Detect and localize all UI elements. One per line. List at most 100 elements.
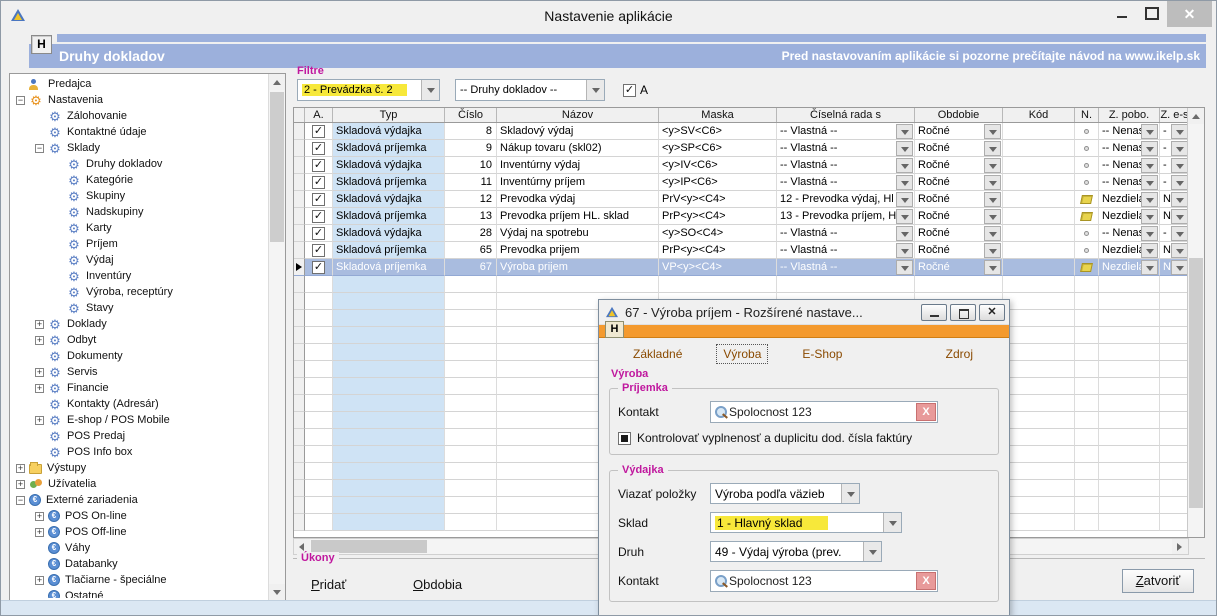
sidebar-item[interactable]: Výdaj (12, 252, 267, 268)
chevron-down-icon[interactable] (883, 513, 901, 532)
clear-icon[interactable]: X (916, 403, 936, 421)
column-header-obdobie[interactable]: Obdobie (915, 108, 1003, 122)
chevron-down-icon[interactable] (984, 209, 1001, 224)
cell-nazov[interactable]: Prevodka výdaj (497, 191, 659, 208)
cell-nazov[interactable]: Nákup tovaru (skl02) (497, 140, 659, 157)
cell-maska[interactable]: PrP<y><C4> (659, 208, 777, 225)
cell-cislo[interactable] (445, 361, 497, 378)
table-row[interactable]: ✓Skladová príjemka13Prevodka príjem HL. … (294, 208, 1188, 225)
cell-kod[interactable] (1003, 378, 1075, 395)
cell-kod[interactable] (1003, 514, 1075, 531)
chevron-down-icon[interactable] (1141, 158, 1158, 173)
cell-zpobo[interactable]: Nezdielať (1099, 259, 1160, 276)
row-active-checkbox[interactable]: ✓ (312, 210, 325, 223)
cell-maska[interactable]: PrP<y><C4> (659, 242, 777, 259)
periods-button[interactable]: Obdobia (413, 577, 462, 592)
tree-expander-icon[interactable]: + (35, 416, 44, 425)
cell-cislo[interactable] (445, 429, 497, 446)
tree-expander-icon[interactable]: + (35, 320, 44, 329)
clear-icon[interactable]: X (916, 572, 936, 590)
tree-expander-icon[interactable]: + (35, 384, 44, 393)
cell-typ[interactable] (333, 395, 445, 412)
column-header-zpobo[interactable]: Z. pobo. (1099, 108, 1160, 122)
cell-typ[interactable] (333, 293, 445, 310)
cell-zpobo[interactable]: -- Nenasta (1099, 157, 1160, 174)
column-header-rada[interactable]: Číselná rada s (777, 108, 915, 122)
cell-typ[interactable] (333, 480, 445, 497)
sidebar-item[interactable]: + Odbyt (12, 332, 267, 348)
cell-cislo[interactable]: 28 (445, 225, 497, 242)
table-row[interactable]: ✓Skladová príjemka11Inventúrny príjem<y>… (294, 174, 1188, 191)
cell-cislo[interactable] (445, 310, 497, 327)
active-filter-checkbox[interactable]: ✓ (623, 84, 636, 97)
cell-zes[interactable] (1160, 480, 1188, 497)
cell-cislo[interactable]: 11 (445, 174, 497, 191)
cell-zes[interactable] (1160, 429, 1188, 446)
tree-expander-icon[interactable]: + (35, 336, 44, 345)
cell-cislo[interactable]: 12 (445, 191, 497, 208)
row-selector[interactable] (294, 174, 305, 191)
row-active-checkbox[interactable]: ✓ (312, 193, 325, 206)
cell-kod[interactable] (1003, 344, 1075, 361)
cell-typ[interactable]: Skladová výdajka (333, 157, 445, 174)
row-selector[interactable] (294, 429, 305, 446)
help-button[interactable]: H (31, 35, 52, 54)
cell-nazov[interactable]: Prevodka prijem (497, 242, 659, 259)
row-selector[interactable] (294, 463, 305, 480)
cell-obdobie[interactable]: Ročné (915, 174, 1003, 191)
tree-expander-icon[interactable]: + (35, 368, 44, 377)
cell-kod[interactable] (1003, 174, 1075, 191)
cell-rada[interactable]: 12 - Prevodka výdaj, Hl (777, 191, 915, 208)
cell-cislo[interactable] (445, 276, 497, 293)
cell-typ[interactable]: Skladová výdajka (333, 225, 445, 242)
cell-typ[interactable] (333, 344, 445, 361)
tree-expander-icon[interactable]: + (35, 512, 44, 521)
cell-kod[interactable] (1003, 310, 1075, 327)
sidebar-item[interactable]: Predajca (12, 76, 267, 92)
sidebar-item[interactable]: Nadskupiny (12, 204, 267, 220)
table-row[interactable]: ✓Skladová výdajka10Inventúrny výdaj<y>IV… (294, 157, 1188, 174)
chevron-down-icon[interactable] (1171, 192, 1188, 207)
cell-obdobie[interactable]: Ročné (915, 259, 1003, 276)
row-selector[interactable] (294, 259, 305, 276)
cell-zpobo[interactable]: -- Nenasta (1099, 174, 1160, 191)
scrollbar-thumb[interactable] (270, 92, 284, 242)
chevron-down-icon[interactable] (1141, 141, 1158, 156)
cell-kod[interactable] (1003, 140, 1075, 157)
cell-kod[interactable] (1003, 446, 1075, 463)
cell-zpobo[interactable]: Nezdielať (1099, 242, 1160, 259)
sidebar-item[interactable]: Stavy (12, 300, 267, 316)
tab-zakladne[interactable]: Základné (627, 345, 688, 363)
cell-typ[interactable]: Skladová príjemka (333, 174, 445, 191)
cell-kod[interactable] (1003, 293, 1075, 310)
cell-obdobie[interactable]: Ročné (915, 140, 1003, 157)
tree-expander-icon[interactable]: + (16, 464, 25, 473)
cell-zpobo[interactable]: Nezdielať (1099, 191, 1160, 208)
chevron-down-icon[interactable] (1171, 175, 1188, 190)
sidebar-item[interactable]: + € Tlačiarne - špeciálne (12, 572, 267, 588)
row-active-checkbox[interactable]: ✓ (312, 244, 325, 257)
chevron-down-icon[interactable] (984, 141, 1001, 156)
chevron-down-icon[interactable] (1171, 158, 1188, 173)
cell-zes[interactable]: - (1160, 174, 1188, 191)
sidebar-item[interactable]: + € POS On-line (12, 508, 267, 524)
cell-kod[interactable] (1003, 191, 1075, 208)
table-vertical-scrollbar[interactable] (1187, 108, 1204, 537)
chevron-down-icon[interactable] (841, 484, 859, 503)
cell-zpobo[interactable] (1099, 276, 1160, 293)
cell-zpobo[interactable] (1099, 327, 1160, 344)
minimize-icon[interactable] (1107, 1, 1137, 25)
operation-filter-select[interactable]: 2 - Prevádzka č. 2 (297, 79, 440, 101)
dialog-help-button[interactable]: H (605, 321, 624, 338)
cell-kod[interactable] (1003, 123, 1075, 140)
chevron-down-icon[interactable] (1171, 209, 1188, 224)
row-active-checkbox[interactable]: ✓ (312, 227, 325, 240)
cell-rada[interactable]: -- Vlastná -- (777, 140, 915, 157)
cell-kod[interactable] (1003, 157, 1075, 174)
cell-typ[interactable] (333, 361, 445, 378)
cell-rada[interactable]: -- Vlastná -- (777, 174, 915, 191)
cell-nazov[interactable] (497, 276, 659, 293)
cell-cislo[interactable] (445, 463, 497, 480)
tab-zdroj[interactable]: Zdroj (940, 345, 979, 363)
sidebar-item[interactable]: POS Predaj (12, 428, 267, 444)
